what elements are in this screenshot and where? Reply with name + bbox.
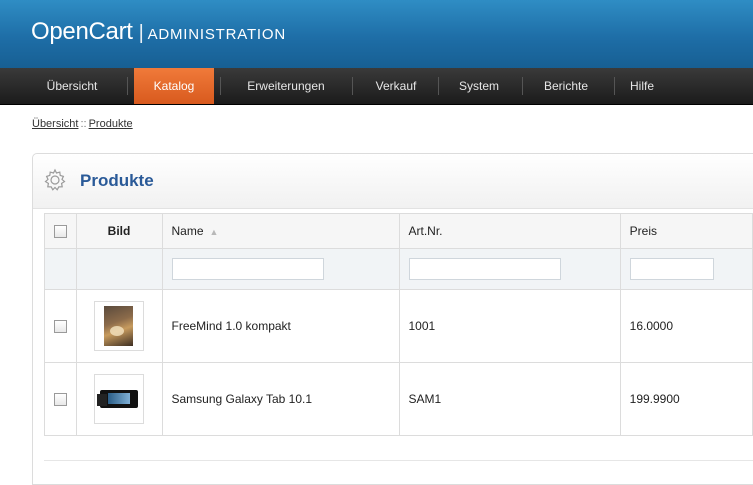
row-sku: 1001 (398, 289, 621, 363)
menu-item-berichte[interactable]: Berichte (526, 68, 606, 104)
row-image-cell (75, 289, 163, 363)
table-header-row: Bild Name ▲ Art.Nr. Preis (44, 213, 753, 249)
panel-header: Produkte (33, 154, 753, 209)
column-header-price[interactable]: Preis (619, 213, 753, 249)
row-sku: SAM1 (398, 362, 621, 436)
menu-item-verkauf[interactable]: Verkauf (358, 68, 434, 104)
row-select-cell (44, 289, 77, 363)
menu-divider (127, 77, 128, 95)
row-price: 199.9900 (619, 362, 753, 436)
table-row: FreeMind 1.0 kompakt 1001 16.0000 (44, 289, 753, 363)
menu-item-erweiterungen[interactable]: Erweiterungen (226, 68, 346, 104)
filter-name-input[interactable] (171, 258, 324, 280)
column-header-name-cell[interactable]: Name ▲ (161, 213, 400, 249)
row-checkbox[interactable] (53, 393, 67, 407)
book-thumbnail-image (94, 301, 144, 351)
sort-ascending-icon[interactable]: ▲ (210, 227, 219, 237)
menu-item-system[interactable]: System (442, 68, 516, 104)
menu-divider (522, 77, 523, 95)
menu-divider (220, 77, 221, 95)
row-checkbox[interactable] (53, 320, 67, 334)
row-select-cell (44, 362, 77, 436)
panel-title: Produkte (80, 171, 154, 190)
brand-logo[interactable]: OpenCart | ADMINISTRATION (31, 18, 286, 46)
column-header-name[interactable]: Name (172, 224, 204, 238)
filter-sku-input[interactable] (408, 258, 561, 280)
filter-row (44, 248, 753, 290)
menu-item-katalog[interactable]: Katalog (134, 68, 214, 104)
row-name: Samsung Galaxy Tab 10.1 (161, 362, 400, 436)
menu-item-hilfe[interactable]: Hilfe (616, 68, 668, 104)
row-name: FreeMind 1.0 kompakt (161, 289, 400, 363)
filter-cell-sku (398, 248, 621, 290)
filter-cell-empty (44, 248, 77, 290)
menu-divider (352, 77, 353, 95)
brand-separator: | (138, 22, 144, 44)
menu-divider (438, 77, 439, 95)
table-footer-divider (44, 460, 753, 461)
brand-name: OpenCart (31, 18, 133, 45)
menu-item-uebersicht[interactable]: Übersicht (32, 68, 112, 104)
brand-subtitle: ADMINISTRATION (147, 26, 286, 43)
column-header-sku[interactable]: Art.Nr. (398, 213, 621, 249)
breadcrumb-separator: :: (80, 118, 87, 130)
filter-price-input[interactable] (629, 258, 714, 280)
column-header-image: Bild (75, 213, 163, 249)
select-all-checkbox[interactable] (53, 225, 67, 239)
breadcrumb: Übersicht:: Produkte (32, 118, 133, 130)
filter-cell-name (161, 248, 400, 290)
breadcrumb-home-link[interactable]: Übersicht (32, 118, 78, 130)
menu-divider (614, 77, 615, 95)
main-menu: Übersicht Katalog Erweiterungen Verkauf … (0, 68, 753, 105)
breadcrumb-products-link[interactable]: Produkte (89, 118, 133, 130)
products-table: Bild Name ▲ Art.Nr. Preis FreeMind 1.0 ko… (44, 213, 753, 436)
gear-icon (44, 168, 66, 191)
filter-cell-empty (75, 248, 163, 290)
row-image-cell (75, 362, 163, 436)
select-all-cell (44, 213, 77, 249)
header-bar: OpenCart | ADMINISTRATION (0, 0, 753, 68)
row-price: 16.0000 (619, 289, 753, 363)
filter-cell-price (619, 248, 753, 290)
tablet-thumbnail-image (94, 374, 144, 424)
table-row: Samsung Galaxy Tab 10.1 SAM1 199.9900 (44, 362, 753, 436)
